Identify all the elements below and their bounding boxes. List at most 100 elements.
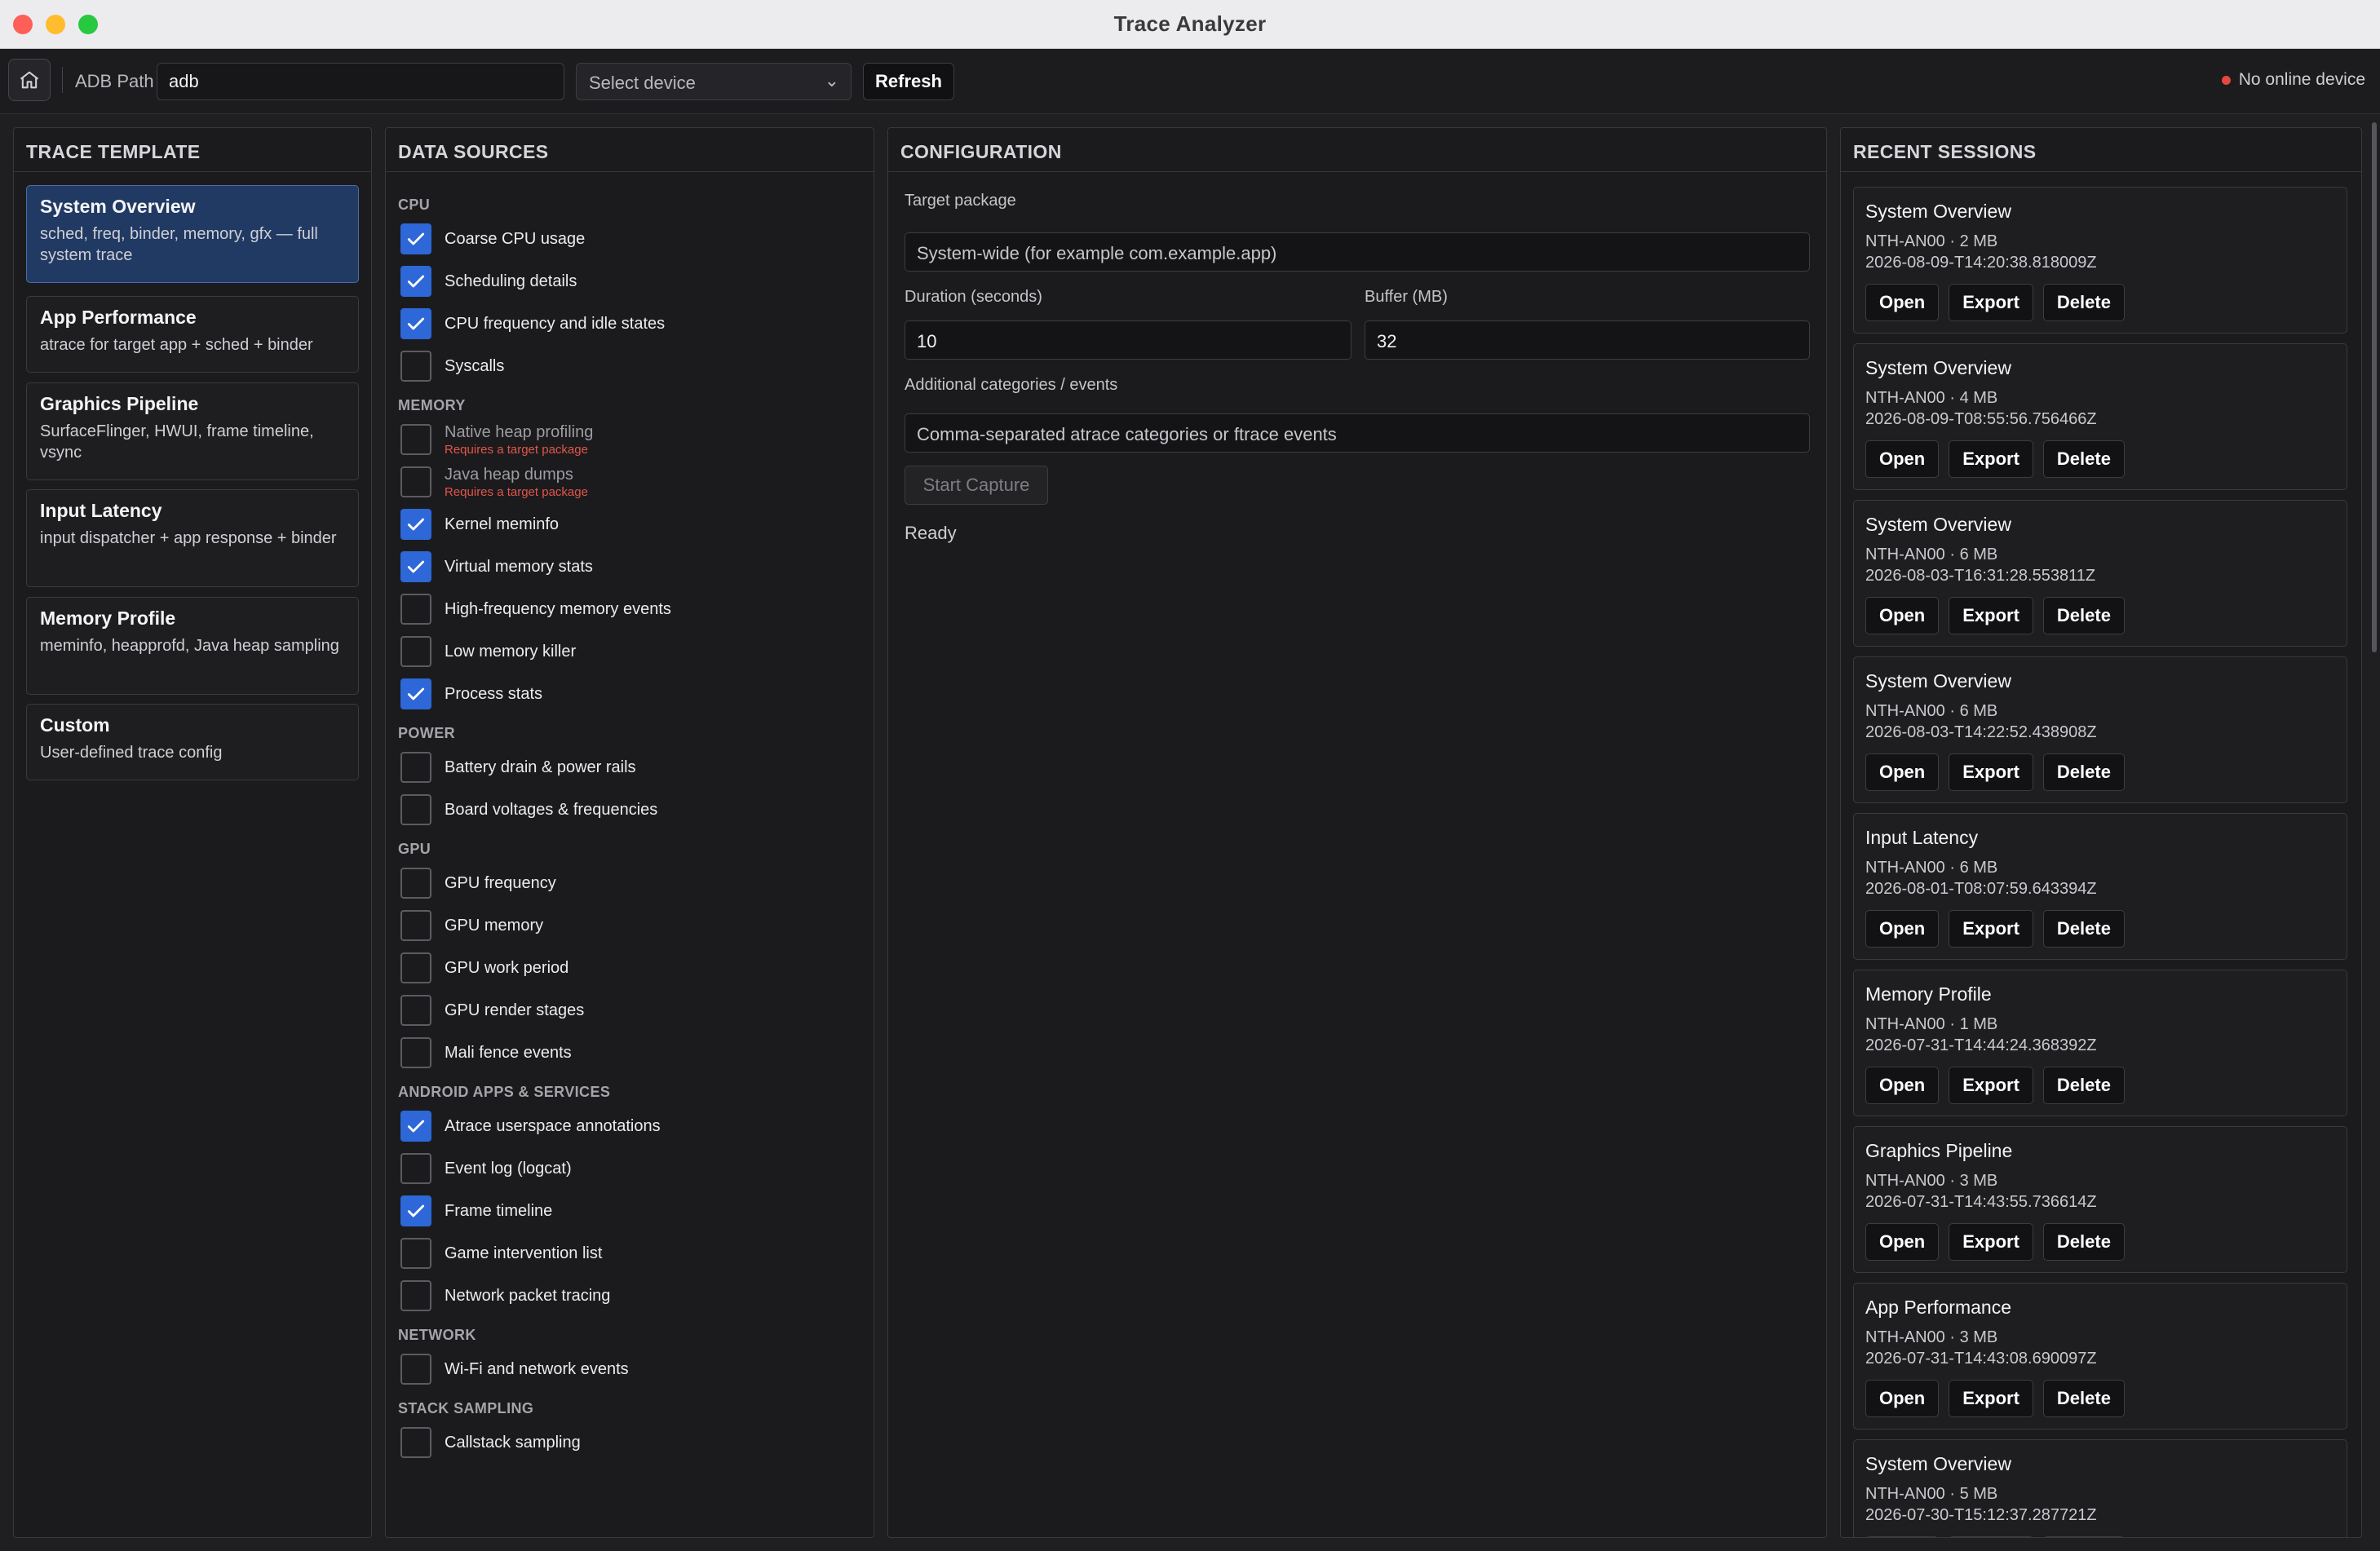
export-button[interactable]: Export [1949,910,2033,948]
template-card[interactable]: Custom User-defined trace config [26,704,359,780]
delete-button[interactable]: Delete [2042,1536,2125,1537]
export-button[interactable]: Export [1949,440,2033,478]
checkbox[interactable] [400,1280,431,1311]
checkbox[interactable] [400,223,431,254]
checkbox[interactable] [400,351,431,382]
session-actions: OpenExportDelete [1865,910,2125,948]
template-card[interactable]: System Overview sched, freq, binder, memo… [26,185,359,283]
checkbox[interactable] [400,868,431,899]
checkbox[interactable] [400,794,431,825]
checkbox[interactable] [400,678,431,709]
source-option[interactable]: Board voltages & frequencies [400,793,657,826]
export-button[interactable]: Export [1949,597,2033,634]
source-option[interactable]: Low memory killer [400,635,576,668]
open-button[interactable]: Open [1865,1380,1940,1417]
source-option[interactable]: Event log (logcat) [400,1152,572,1185]
source-option[interactable]: Scheduling details [400,265,577,298]
checkbox[interactable] [400,509,431,540]
checkbox[interactable] [400,266,431,297]
export-button[interactable]: Export [1949,1067,2033,1104]
source-option[interactable]: Virtual memory stats [400,550,593,583]
delete-button[interactable]: Delete [2042,597,2125,634]
buffer-input[interactable]: 32 [1365,320,1810,360]
source-option[interactable]: High-frequency memory events [400,593,671,625]
open-button[interactable]: Open [1865,753,1940,791]
checkbox[interactable] [400,995,431,1026]
template-name: Graphics Pipeline [40,393,199,414]
delete-button[interactable]: Delete [2042,753,2125,791]
start-capture-button[interactable]: Start Capture [905,466,1048,505]
export-button[interactable]: Export [1949,1380,2033,1417]
delete-button[interactable]: Delete [2042,1067,2125,1104]
adb-path-input[interactable] [157,63,564,100]
session-meta: NTH-AN00 · 6 MB [1865,546,1998,563]
source-option[interactable]: GPU memory [400,909,543,942]
delete-button[interactable]: Delete [2042,1223,2125,1261]
template-card[interactable]: Input Latency input dispatcher + app resp… [26,489,359,587]
device-select[interactable]: Select device ⌄ [576,63,852,100]
checkbox[interactable] [400,594,431,625]
checkbox[interactable] [400,551,431,582]
checkbox[interactable] [400,1427,431,1458]
source-option[interactable]: Mali fence events [400,1036,572,1069]
checkbox[interactable] [400,1153,431,1184]
source-option[interactable]: Callstack sampling [400,1426,581,1459]
source-option[interactable]: GPU work period [400,952,568,984]
checkbox[interactable] [400,910,431,941]
delete-button[interactable]: Delete [2042,1380,2125,1417]
checkbox[interactable] [400,308,431,339]
open-button[interactable]: Open [1865,1067,1940,1104]
export-button[interactable]: Export [1949,1536,2033,1537]
source-option[interactable]: Battery drain & power rails [400,751,636,784]
delete-button[interactable]: Delete [2042,440,2125,478]
template-card[interactable]: Memory Profile meminfo, heapprofd, Java h… [26,597,359,695]
source-option[interactable]: Frame timeline [400,1195,552,1227]
refresh-button[interactable]: Refresh [863,63,954,100]
source-option[interactable]: Java heap dumps Requires a target package [400,466,588,499]
source-option[interactable]: GPU frequency [400,867,556,899]
template-card[interactable]: Graphics Pipeline SurfaceFlinger, HWUI, f… [26,382,359,480]
template-card[interactable]: App Performance atrace for target app + s… [26,296,359,373]
checkbox[interactable] [400,466,431,497]
export-button[interactable]: Export [1949,1223,2033,1261]
open-button[interactable]: Open [1865,910,1940,948]
window-scrollbar[interactable] [2372,122,2377,652]
checkbox[interactable] [400,1238,431,1269]
source-option-label: Battery drain & power rails [445,758,636,776]
home-button[interactable] [8,59,51,101]
export-button[interactable]: Export [1949,753,2033,791]
source-option[interactable]: GPU render stages [400,994,584,1027]
export-button[interactable]: Export [1949,284,2033,321]
source-option[interactable]: Wi-Fi and network events [400,1353,629,1385]
source-option[interactable]: Atrace userspace annotations [400,1110,661,1142]
source-option[interactable]: Network packet tracing [400,1279,610,1312]
open-button[interactable]: Open [1865,440,1940,478]
checkmark-icon [405,683,427,705]
source-option-label: Mali fence events [445,1043,572,1062]
open-button[interactable]: Open [1865,1223,1940,1261]
open-button[interactable]: Open [1865,284,1940,321]
session-timestamp: 2026-08-09-T08:55:56.756466Z [1865,410,2097,428]
delete-button[interactable]: Delete [2042,910,2125,948]
source-option[interactable]: Native heap profiling Requires a target p… [400,423,593,457]
delete-button[interactable]: Delete [2042,284,2125,321]
checkbox[interactable] [400,1195,431,1226]
source-option[interactable]: Process stats [400,678,542,710]
checkbox[interactable] [400,1111,431,1142]
target-package-input[interactable]: System-wide (for example com.example.app… [905,232,1810,272]
checkbox[interactable] [400,752,431,783]
checkbox[interactable] [400,636,431,667]
source-option[interactable]: Syscalls [400,350,504,382]
checkbox[interactable] [400,952,431,983]
source-option[interactable]: Coarse CPU usage [400,223,585,255]
checkbox[interactable] [400,1354,431,1385]
checkbox[interactable] [400,424,431,455]
source-option[interactable]: CPU frequency and idle states [400,307,665,340]
source-option[interactable]: Game intervention list [400,1237,602,1270]
open-button[interactable]: Open [1865,597,1940,634]
checkbox[interactable] [400,1037,431,1068]
additional-categories-input[interactable]: Comma-separated atrace categories or ftr… [905,413,1810,453]
duration-input[interactable]: 10 [905,320,1351,360]
open-button[interactable]: Open [1865,1536,1940,1537]
source-option[interactable]: Kernel meminfo [400,508,559,541]
